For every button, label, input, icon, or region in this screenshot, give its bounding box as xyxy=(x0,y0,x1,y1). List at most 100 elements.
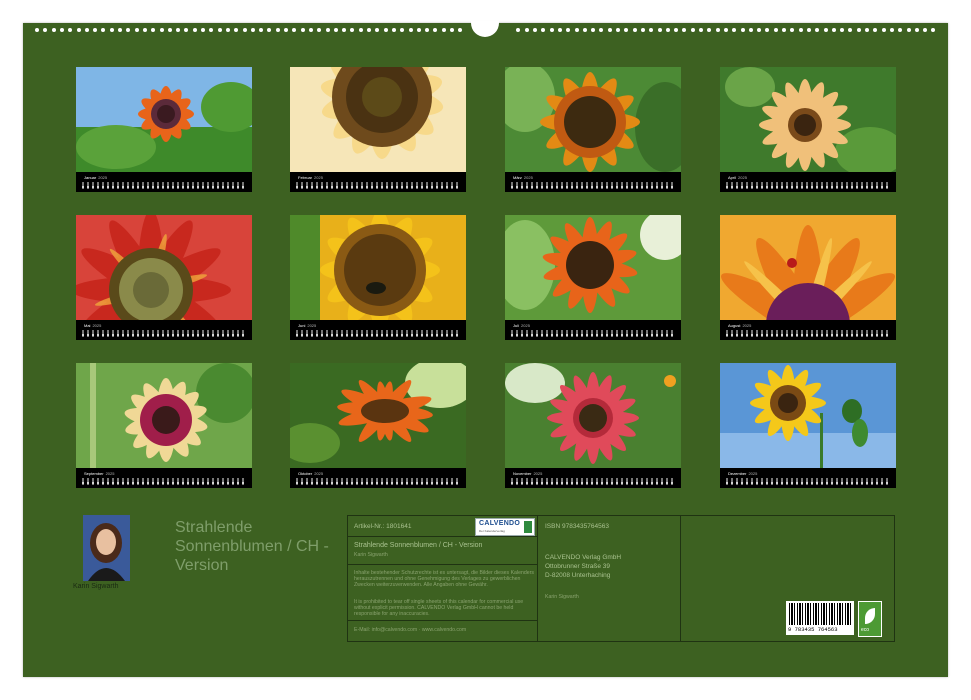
isbn: ISBN 9783435764563 xyxy=(545,523,609,530)
isbn-barcode: 9 783435 764563 xyxy=(786,601,854,635)
month-thumbnail-januar: Januar 2025 xyxy=(76,67,252,192)
binding-hole xyxy=(275,28,280,32)
month-thumbnail-mai: Mai 2025 xyxy=(76,215,252,340)
month-year: 2025 xyxy=(105,471,115,476)
divider xyxy=(348,536,537,537)
eco-label: eco xyxy=(858,601,882,637)
binding-hole xyxy=(342,28,347,32)
month-year: 2025 xyxy=(742,323,752,328)
binding-hole xyxy=(715,28,720,32)
binding-hole xyxy=(665,28,670,32)
binding-hole xyxy=(898,28,903,32)
legal-text-en: It is prohibited to tear off single shee… xyxy=(354,599,524,618)
month-calendar-strip: April 2025 xyxy=(720,172,896,192)
binding-hole xyxy=(798,28,803,32)
binding-hole xyxy=(176,28,181,32)
binding-hole xyxy=(773,28,778,32)
binding-hole xyxy=(416,28,421,32)
day-grid-dates xyxy=(511,482,675,484)
sunflower-photo-juni xyxy=(290,215,466,320)
brand-mark-icon xyxy=(524,521,532,533)
month-thumbnail-oktober: Oktober 2025 xyxy=(290,363,466,488)
month-name: März xyxy=(513,175,522,180)
binding-hole xyxy=(790,28,795,32)
month-year: 2025 xyxy=(533,471,543,476)
binding-hole xyxy=(574,28,579,32)
binding-hole xyxy=(806,28,811,32)
binding-hole xyxy=(557,28,562,32)
binding-hole xyxy=(541,28,546,32)
binding-hole xyxy=(782,28,786,32)
binding-hole xyxy=(425,28,430,32)
binding-hole xyxy=(68,28,73,32)
month-thumbnail-september: September 2025 xyxy=(76,363,252,488)
binding-hole xyxy=(167,28,172,32)
month-thumbnail-april: April 2025 xyxy=(720,67,896,192)
binding-hole xyxy=(923,28,928,32)
binding-hole xyxy=(815,28,820,32)
binding-hole xyxy=(433,28,438,32)
binding-hole xyxy=(889,28,894,32)
month-calendar-strip: Juli 2025 xyxy=(505,320,681,340)
sunflower-photo-september xyxy=(76,363,252,468)
binding-hole xyxy=(284,28,288,32)
sunflower-photo-mai xyxy=(76,215,252,320)
sunflower-photo-januar xyxy=(76,67,252,172)
binding-hole xyxy=(292,28,297,32)
month-calendar-strip: August 2025 xyxy=(720,320,896,340)
month-thumbnail-november: November 2025 xyxy=(505,363,681,488)
binding-hole xyxy=(159,28,164,32)
info-author: Karin Sigwarth xyxy=(354,552,388,558)
binding-hole xyxy=(533,28,537,32)
binding-hole xyxy=(450,28,454,32)
binding-hole xyxy=(632,28,637,32)
info-title: Strahlende Sonnenblumen / CH - Version xyxy=(354,542,483,549)
eco-label-text: eco xyxy=(861,627,870,633)
binding-hole xyxy=(142,28,147,32)
binding-hole xyxy=(607,28,612,32)
binding-hole xyxy=(84,28,89,32)
sunflower-photo-februar xyxy=(290,67,466,172)
binding-hole xyxy=(350,28,355,32)
binding-hole xyxy=(931,28,936,32)
barcode-bars xyxy=(789,603,851,625)
month-year: 2025 xyxy=(314,175,323,180)
binding-hole xyxy=(765,28,770,32)
divider xyxy=(348,620,537,621)
month-name: Dezember xyxy=(728,471,747,476)
author-name: Karin Sigwarth xyxy=(73,583,119,590)
publisher-line-3: D-82008 Unterhaching xyxy=(545,572,611,579)
binding-hole xyxy=(690,28,695,32)
binding-hole xyxy=(682,28,687,32)
binding-hole xyxy=(358,28,363,32)
month-calendar-strip: Dezember 2025 xyxy=(720,468,896,488)
binding-hole xyxy=(616,28,620,32)
binding-hole xyxy=(267,28,272,32)
binding-hole xyxy=(184,28,189,32)
month-thumbnail-februar: Februar 2025 xyxy=(290,67,466,192)
binding-hole xyxy=(640,28,645,32)
binding-hole xyxy=(524,28,529,32)
binding-hole xyxy=(375,28,380,32)
binding-hole xyxy=(856,28,861,32)
binding-hole xyxy=(59,28,64,32)
binding-hole xyxy=(201,28,205,32)
month-thumbnail-august: August 2025 xyxy=(720,215,896,340)
binding-hole xyxy=(325,28,330,32)
month-thumbnail-juni: Juni 2025 xyxy=(290,215,466,340)
binding-hole xyxy=(599,28,604,32)
publisher-line-1: CALVENDO Verlag GmbH xyxy=(545,554,622,561)
binding-hole xyxy=(624,28,629,32)
binding-hole xyxy=(118,28,122,32)
publisher-line-2: Ottobrunner Straße 39 xyxy=(545,563,611,570)
month-calendar-strip: Juni 2025 xyxy=(290,320,466,340)
binding-hole xyxy=(317,28,322,32)
month-year: 2025 xyxy=(748,471,758,476)
sunflower-photo-juli xyxy=(505,215,681,320)
brand-name: CALVENDO xyxy=(479,520,521,527)
binding-hole xyxy=(35,28,39,32)
binding-hole xyxy=(873,28,878,32)
binding-hole xyxy=(93,28,98,32)
binding-hole xyxy=(831,28,836,32)
binding-hole xyxy=(914,28,919,32)
